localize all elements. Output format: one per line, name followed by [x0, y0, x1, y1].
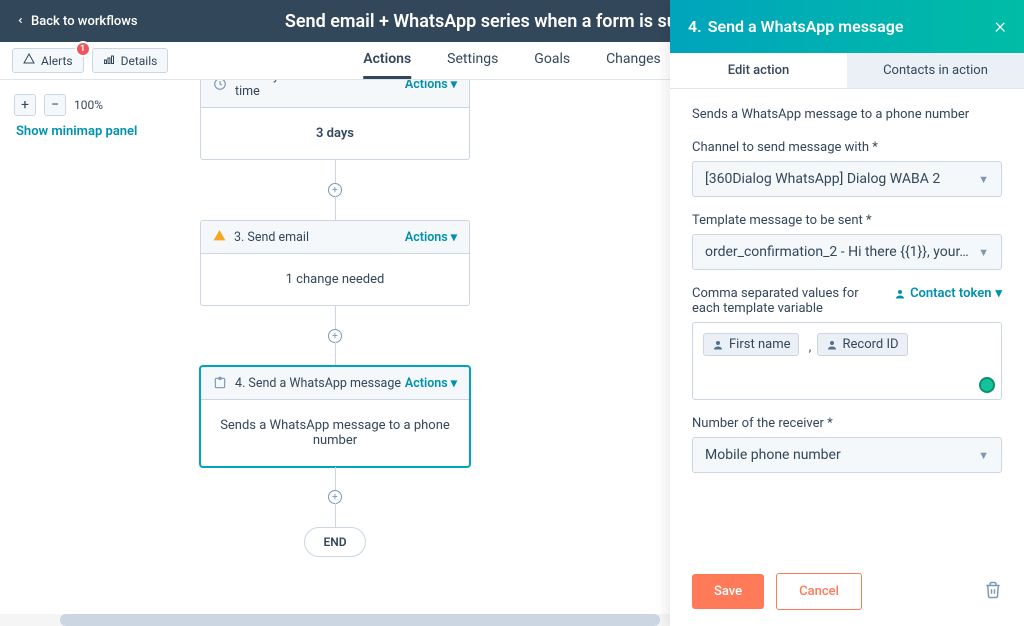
- warning-icon: [213, 229, 226, 245]
- alert-icon: [23, 53, 35, 68]
- trash-icon: [984, 581, 1002, 599]
- zoom-in-button[interactable]: +: [14, 94, 36, 116]
- details-button[interactable]: Details: [92, 48, 169, 73]
- puzzle-icon: [213, 376, 227, 390]
- save-button[interactable]: Save: [692, 574, 764, 609]
- horizontal-scrollbar[interactable]: [0, 614, 670, 626]
- channel-select[interactable]: [360Dialog WhatsApp] Dialog WABA 2 ▼: [692, 161, 1002, 197]
- tab-changes[interactable]: Changes: [606, 42, 661, 79]
- node-whatsapp-message[interactable]: 4. Send a WhatsApp message Actions ▾ Sen…: [200, 366, 470, 467]
- node-whatsapp-body: Sends a WhatsApp message to a phone numb…: [201, 400, 469, 466]
- chevron-down-icon: ▾: [995, 286, 1002, 301]
- connector-line: [335, 160, 336, 184]
- show-minimap-link[interactable]: Show minimap panel: [16, 124, 137, 139]
- template-select[interactable]: order_confirmation_2 - Hi there {{1}}, y…: [692, 234, 1002, 270]
- workflow-canvas[interactable]: + − 100% Show minimap panel 2. Delay for…: [0, 80, 670, 626]
- back-label: Back to workflows: [31, 14, 138, 29]
- action-description: Sends a WhatsApp message to a phone numb…: [692, 107, 1002, 122]
- zoom-level: 100%: [74, 98, 103, 112]
- details-icon: [103, 53, 115, 68]
- delete-action-button[interactable]: [984, 581, 1002, 603]
- chevron-down-icon: ▼: [978, 173, 989, 186]
- tab-actions[interactable]: Actions: [363, 42, 411, 79]
- connector-line: [335, 503, 336, 527]
- add-action-button[interactable]: +: [328, 490, 342, 504]
- person-icon: [712, 339, 724, 351]
- chevron-down-icon: ▼: [978, 246, 989, 259]
- scrollbar-thumb[interactable]: [60, 614, 660, 626]
- panel-footer: Save Cancel: [670, 556, 1024, 626]
- add-action-button[interactable]: +: [328, 329, 342, 343]
- connector-line: [335, 467, 336, 491]
- clock-icon: [213, 80, 227, 91]
- person-icon: [826, 339, 838, 351]
- template-label: Template message to be sent *: [692, 213, 1002, 228]
- chevron-down-icon: ▼: [978, 449, 989, 462]
- node-send-email[interactable]: 3. Send email Actions ▾ 1 change needed: [200, 220, 470, 306]
- grammarly-icon: [979, 377, 995, 393]
- template-values-input[interactable]: First name , Record ID: [692, 322, 1002, 400]
- chevron-left-icon: [16, 14, 25, 29]
- comma-separator: ,: [809, 340, 812, 355]
- node-delay[interactable]: 2. Delay for a set amount of time Action…: [200, 80, 470, 160]
- alerts-badge: 1: [75, 41, 91, 57]
- channel-label: Channel to send message with *: [692, 140, 1002, 155]
- cancel-button[interactable]: Cancel: [776, 573, 862, 610]
- connector-line: [335, 196, 336, 220]
- back-to-workflows-link[interactable]: Back to workflows: [16, 14, 138, 29]
- tab-edit-action[interactable]: Edit action: [670, 53, 847, 88]
- token-chip-firstname[interactable]: First name: [703, 333, 799, 356]
- token-chip-recordid[interactable]: Record ID: [817, 333, 908, 356]
- alerts-button[interactable]: Alerts 1: [12, 48, 84, 73]
- add-action-button[interactable]: +: [328, 183, 342, 197]
- receiver-select[interactable]: Mobile phone number ▼: [692, 437, 1002, 473]
- node-email-body: 1 change needed: [201, 254, 469, 305]
- node-actions-dropdown[interactable]: Actions ▾: [405, 80, 457, 92]
- node-actions-dropdown[interactable]: Actions ▾: [405, 375, 457, 391]
- panel-title-text: Send a WhatsApp message: [708, 17, 904, 36]
- receiver-label: Number of the receiver *: [692, 416, 1002, 431]
- zoom-out-button[interactable]: −: [44, 94, 66, 116]
- tab-goals[interactable]: Goals: [534, 42, 570, 79]
- tab-settings[interactable]: Settings: [447, 42, 498, 79]
- chevron-down-icon: ▾: [451, 229, 457, 245]
- node-delay-body: 3 days: [201, 108, 469, 159]
- end-node: END: [304, 527, 365, 557]
- edit-action-panel: 4. Send a WhatsApp message × Edit action…: [670, 0, 1024, 626]
- connector-line: [335, 342, 336, 366]
- close-panel-button[interactable]: ×: [994, 14, 1006, 39]
- chevron-down-icon: ▾: [451, 80, 457, 92]
- connector-line: [335, 306, 336, 330]
- panel-step-number: 4.: [688, 17, 702, 36]
- node-actions-dropdown[interactable]: Actions ▾: [405, 229, 457, 245]
- values-label: Comma separated values for each template…: [692, 286, 872, 316]
- tab-contacts-in-action[interactable]: Contacts in action: [847, 53, 1024, 88]
- panel-header: 4. Send a WhatsApp message ×: [670, 0, 1024, 53]
- contact-token-dropdown[interactable]: Contact token ▾: [894, 286, 1002, 301]
- person-icon: [894, 288, 906, 300]
- chevron-down-icon: ▾: [451, 375, 457, 391]
